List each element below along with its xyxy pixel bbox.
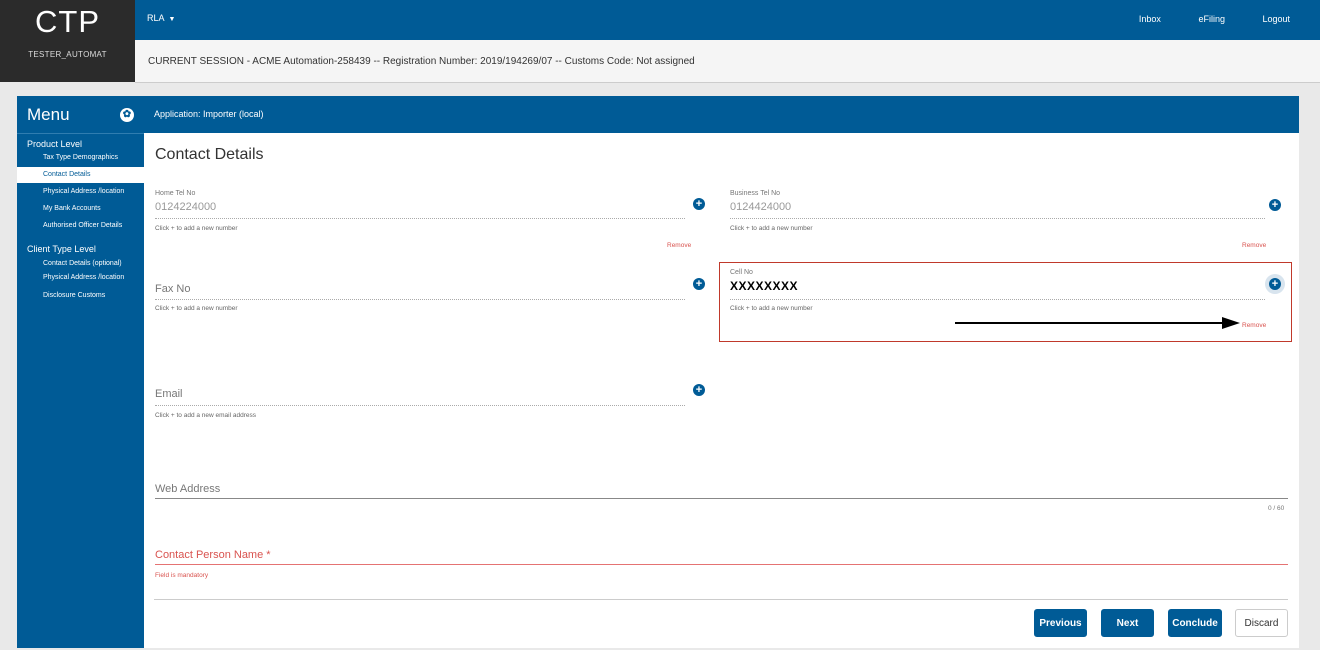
annotation-arrow-line — [955, 322, 1225, 324]
application-title: Application: Importer (local) — [154, 109, 264, 119]
sidebar-item-contact-details[interactable]: Contact Details — [17, 167, 144, 183]
cell-highlight-box — [719, 262, 1292, 342]
application-bar: Application: Importer (local) — [144, 96, 1299, 133]
user-name: TESTER_AUTOMAT — [28, 50, 107, 59]
previous-button[interactable]: Previous — [1034, 609, 1087, 637]
sidebar-item-physical-address[interactable]: Physical Address /location — [17, 188, 144, 196]
contact-person-label[interactable]: Contact Person Name * — [155, 549, 271, 561]
business-tel-underline — [730, 218, 1265, 219]
home-tel-field[interactable]: Home Tel No 0124224000 — [155, 190, 695, 213]
menu-toggle-icon[interactable]: ✿ — [120, 108, 134, 122]
main-form: Contact Details Home Tel No 0124224000 +… — [144, 133, 1299, 648]
web-address-underline — [155, 498, 1288, 499]
section-product-level: Product Level — [27, 139, 83, 149]
fax-hint: Click + to add a new number — [155, 305, 238, 312]
contact-person-error: Field is mandatory — [155, 572, 209, 579]
session-info: CURRENT SESSION - ACME Automation-258439… — [148, 56, 695, 67]
sidebar-item-tax-type-demographics[interactable]: Tax Type Demographics — [17, 154, 144, 162]
web-address-field[interactable]: Web Address — [155, 483, 220, 495]
menu-header: Menu ✿ — [17, 96, 144, 134]
menu-title: Menu — [27, 105, 70, 124]
sidebar-item-contact-details-optional[interactable]: Contact Details (optional) — [17, 260, 144, 268]
sidebar-item-client-physical-address[interactable]: Physical Address /location — [17, 274, 144, 282]
efiling-link[interactable]: eFiling — [1198, 14, 1225, 24]
email-underline — [155, 405, 685, 406]
footer-divider — [154, 599, 1288, 600]
business-tel-label: Business Tel No — [730, 190, 781, 197]
email-label: Email — [155, 388, 183, 400]
caret-down-icon: ▼ — [168, 16, 176, 23]
remove-home-tel-link[interactable]: Remove — [667, 242, 691, 249]
home-tel-value: 0124224000 — [155, 201, 217, 213]
add-email-icon[interactable]: + — [693, 384, 705, 396]
business-tel-value: 0124424000 — [730, 201, 792, 213]
conclude-button[interactable]: Conclude — [1168, 609, 1222, 637]
annotation-arrow-head-icon — [1222, 317, 1240, 329]
sidebar-item-disclosure-customs[interactable]: Disclosure Customs — [17, 292, 144, 300]
rla-menu-label: RLA — [147, 13, 165, 23]
top-links: Inbox eFiling Logout — [1104, 14, 1290, 24]
email-hint: Click + to add a new email address — [155, 412, 256, 419]
discard-button[interactable]: Discard — [1235, 609, 1288, 637]
app-logo: CTP TESTER_AUTOMAT — [0, 0, 135, 82]
email-field[interactable]: Email — [155, 388, 183, 400]
fax-field[interactable]: Fax No — [155, 283, 190, 295]
remove-business-tel-link[interactable]: Remove — [1242, 242, 1266, 249]
home-tel-label: Home Tel No — [155, 190, 196, 197]
fax-label: Fax No — [155, 283, 191, 295]
add-home-tel-icon[interactable]: + — [693, 198, 705, 210]
inbox-link[interactable]: Inbox — [1139, 14, 1161, 24]
session-bar: CURRENT SESSION - ACME Automation-258439… — [135, 40, 1320, 83]
business-tel-hint: Click + to add a new number — [730, 225, 813, 232]
logout-link[interactable]: Logout — [1262, 14, 1290, 24]
sidebar-item-authorised-officer[interactable]: Authorised Officer Details — [17, 222, 144, 230]
web-address-counter: 0 / 60 — [1268, 505, 1285, 512]
home-tel-underline — [155, 218, 685, 219]
sidebar-item-bank-accounts[interactable]: My Bank Accounts — [17, 205, 144, 213]
add-fax-icon[interactable]: + — [693, 278, 705, 290]
fax-underline — [155, 299, 685, 300]
logo-text: CTP — [35, 4, 100, 39]
home-tel-hint: Click + to add a new number — [155, 225, 238, 232]
rla-menu[interactable]: RLA ▼ — [147, 13, 175, 23]
page-title: Contact Details — [155, 146, 264, 163]
add-business-tel-icon[interactable]: + — [1269, 199, 1281, 211]
sidebar-menu: Menu ✿ Product Level Tax Type Demographi… — [17, 96, 144, 648]
web-address-label: Web Address — [155, 483, 221, 495]
contact-person-underline — [155, 564, 1288, 565]
next-button[interactable]: Next — [1101, 609, 1154, 637]
section-client-type-level: Client Type Level — [27, 244, 96, 254]
business-tel-field[interactable]: Business Tel No 0124424000 — [730, 190, 1270, 213]
